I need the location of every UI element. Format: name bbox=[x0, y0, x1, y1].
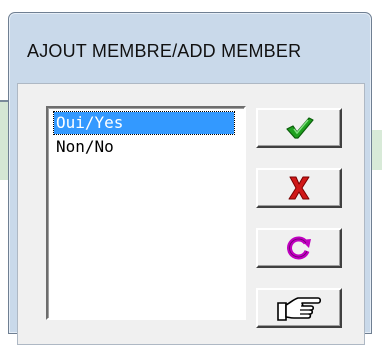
cancel-button[interactable] bbox=[256, 168, 342, 208]
checkmark-icon bbox=[284, 115, 314, 141]
refresh-arrow-icon bbox=[285, 235, 313, 261]
pointing-hand-icon bbox=[276, 293, 322, 323]
dialog-titlebar[interactable]: AJOUT MEMBRE/ADD MEMBER bbox=[9, 13, 371, 83]
list-item-yes[interactable]: Oui/Yes bbox=[53, 111, 235, 135]
add-member-dialog: AJOUT MEMBRE/ADD MEMBER Oui/Yes Non/No bbox=[8, 12, 372, 345]
list-item-no[interactable]: Non/No bbox=[54, 136, 234, 158]
member-choice-listbox[interactable]: Oui/Yes Non/No bbox=[46, 106, 246, 320]
ok-button[interactable] bbox=[256, 108, 342, 148]
background-window-fragment bbox=[0, 102, 8, 180]
red-x-icon bbox=[287, 175, 311, 201]
dialog-client-area: Oui/Yes Non/No bbox=[17, 83, 365, 345]
refresh-button[interactable] bbox=[256, 228, 342, 268]
help-button[interactable] bbox=[256, 288, 342, 328]
dialog-title: AJOUT MEMBRE/ADD MEMBER bbox=[27, 41, 302, 61]
